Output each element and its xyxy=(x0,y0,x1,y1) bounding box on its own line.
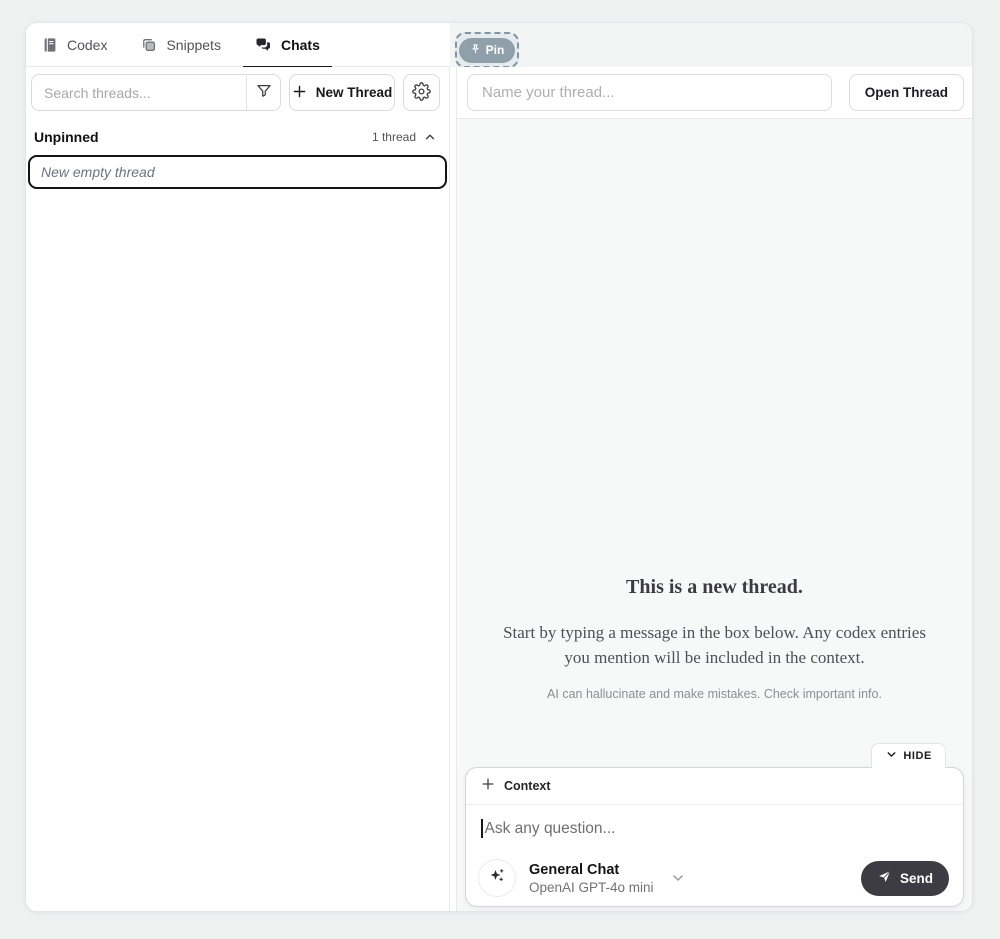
section-collapse-toggle[interactable]: 1 thread xyxy=(372,130,437,144)
send-button[interactable]: Send xyxy=(861,861,949,896)
text-cursor xyxy=(481,819,483,838)
tab-label: Chats xyxy=(281,37,320,53)
filter-button[interactable] xyxy=(246,75,280,110)
settings-button[interactable] xyxy=(403,74,440,111)
model-avatar xyxy=(478,859,516,897)
tab-bar: Codex Snippets Chats xyxy=(26,23,450,67)
message-input[interactable]: Ask any question... xyxy=(466,805,963,838)
thread-count: 1 thread xyxy=(372,130,416,144)
pushpin-icon xyxy=(470,43,481,58)
new-thread-button[interactable]: New Thread xyxy=(289,74,395,111)
header-right-strip xyxy=(450,23,972,67)
new-thread-label: New Thread xyxy=(316,85,393,100)
chat-bubbles-icon xyxy=(255,37,272,53)
tab-list: Codex Snippets Chats xyxy=(42,23,320,67)
empty-state-body: Start by typing a message in the box bel… xyxy=(489,620,941,670)
chat-panel: Open Thread This is a new thread. Start … xyxy=(456,67,972,911)
empty-state-title: This is a new thread. xyxy=(457,576,972,599)
thread-title: New empty thread xyxy=(41,164,155,180)
app-window: Codex Snippets Chats Pin xyxy=(25,22,973,912)
thread-header-row: Open Thread xyxy=(467,74,964,111)
context-label: Context xyxy=(504,779,551,793)
unpinned-section-header: Unpinned 1 thread xyxy=(34,125,437,149)
pin-drop-target[interactable]: Pin xyxy=(455,32,519,68)
message-input-placeholder: Ask any question... xyxy=(485,820,616,838)
copy-icon xyxy=(141,37,157,53)
model-detail: OpenAI GPT-4o mini xyxy=(529,880,654,895)
tab-label: Codex xyxy=(67,37,107,53)
tab-label: Snippets xyxy=(166,37,220,53)
hide-label: HIDE xyxy=(903,750,932,762)
thread-list-item[interactable]: New empty thread xyxy=(28,155,447,189)
pin-button[interactable]: Pin xyxy=(459,38,516,63)
send-label: Send xyxy=(900,871,933,886)
open-thread-button[interactable]: Open Thread xyxy=(849,74,964,111)
funnel-icon xyxy=(255,82,273,103)
composer-bottom-row: General Chat OpenAI GPT-4o mini Send xyxy=(478,859,949,897)
chevron-down-icon[interactable] xyxy=(670,870,686,886)
sparkles-icon xyxy=(488,866,507,890)
gear-icon xyxy=(412,82,431,104)
model-name: General Chat xyxy=(529,862,654,878)
section-title: Unpinned xyxy=(34,129,99,145)
thread-name-input[interactable] xyxy=(467,74,832,111)
thread-toolbar: New Thread xyxy=(31,74,440,111)
ai-disclaimer: AI can hallucinate and make mistakes. Ch… xyxy=(457,687,972,701)
tab-codex[interactable]: Codex xyxy=(42,23,107,67)
search-group xyxy=(31,74,281,111)
composer: Context Ask any question... General Chat… xyxy=(465,767,964,907)
hide-composer-button[interactable]: HIDE xyxy=(871,743,946,768)
plus-icon xyxy=(292,84,307,102)
thread-list-panel: New Thread Unpinned 1 thread New empty t… xyxy=(26,67,450,911)
empty-state: This is a new thread. Start by typing a … xyxy=(457,576,972,701)
pin-label: Pin xyxy=(486,43,505,57)
tab-chats[interactable]: Chats xyxy=(255,23,320,67)
book-icon xyxy=(42,37,58,53)
model-selector[interactable]: General Chat OpenAI GPT-4o mini xyxy=(529,862,654,895)
add-context-button[interactable]: Context xyxy=(466,768,963,805)
chevron-up-icon xyxy=(423,130,437,144)
plus-icon xyxy=(481,777,495,796)
chevron-down-icon xyxy=(885,748,898,764)
search-input[interactable] xyxy=(32,75,246,110)
paper-plane-icon xyxy=(877,869,892,887)
tab-snippets[interactable]: Snippets xyxy=(141,23,220,67)
